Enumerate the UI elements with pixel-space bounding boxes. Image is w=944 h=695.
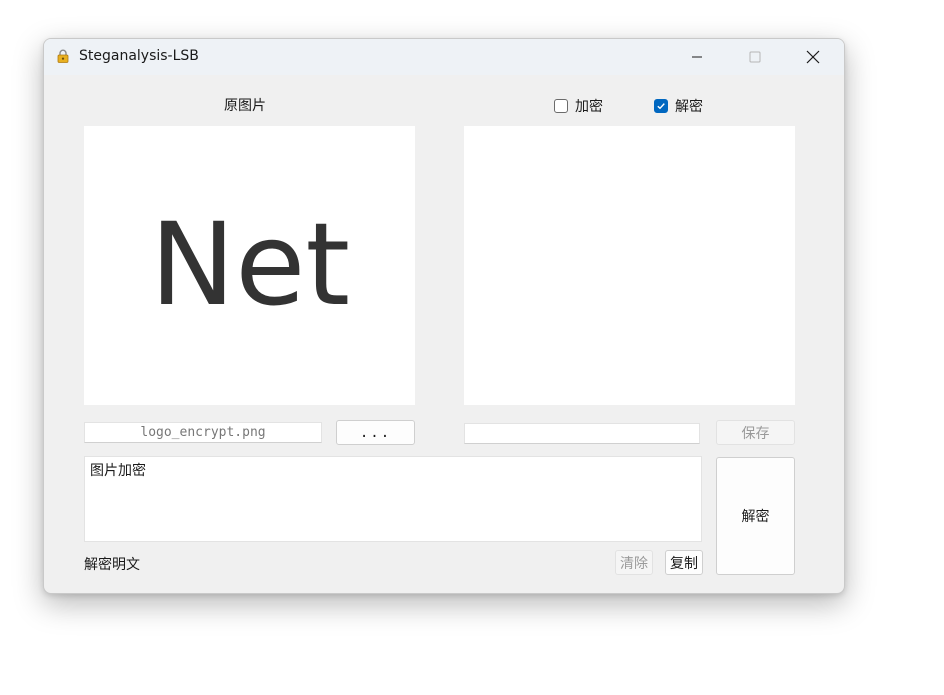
decrypt-checkbox[interactable]: 解密 (654, 96, 703, 116)
minimize-button[interactable] (674, 39, 720, 75)
encrypt-checkbox-label: 加密 (575, 99, 603, 115)
encrypt-checkbox[interactable]: 加密 (554, 96, 603, 116)
decrypt-checkbox-label: 解密 (675, 99, 703, 115)
check-icon (657, 103, 665, 110)
plaintext-caption: 解密明文 (84, 557, 140, 573)
original-image-text: Net (150, 198, 350, 331)
minimize-icon (692, 56, 702, 58)
maximize-button[interactable] (732, 39, 778, 75)
message-textarea[interactable]: 图片加密 (84, 456, 702, 542)
decrypt-action-button[interactable]: 解密 (716, 457, 795, 575)
title-bar[interactable]: Steganalysis-LSB (44, 39, 844, 75)
close-button[interactable] (790, 39, 836, 75)
output-path-field[interactable] (464, 423, 700, 444)
encrypt-checkbox-box[interactable] (554, 99, 568, 113)
window-title: Steganalysis-LSB (79, 48, 199, 64)
save-button[interactable]: 保存 (716, 420, 795, 445)
maximize-icon (749, 51, 761, 63)
result-image-panel (464, 126, 795, 405)
browse-button[interactable]: ... (336, 420, 415, 445)
lock-icon (57, 49, 69, 63)
copy-button[interactable]: 复制 (665, 550, 703, 575)
app-window: Steganalysis-LSB 原图片 Net ... 加密 (43, 38, 845, 594)
clear-button[interactable]: 清除 (615, 550, 653, 575)
decrypt-checkbox-box[interactable] (654, 99, 668, 113)
source-filename-field[interactable] (84, 422, 322, 443)
original-image: Net (150, 198, 350, 331)
original-image-panel: Net (84, 126, 415, 405)
original-image-heading: 原图片 (224, 98, 266, 114)
close-icon (806, 50, 820, 64)
